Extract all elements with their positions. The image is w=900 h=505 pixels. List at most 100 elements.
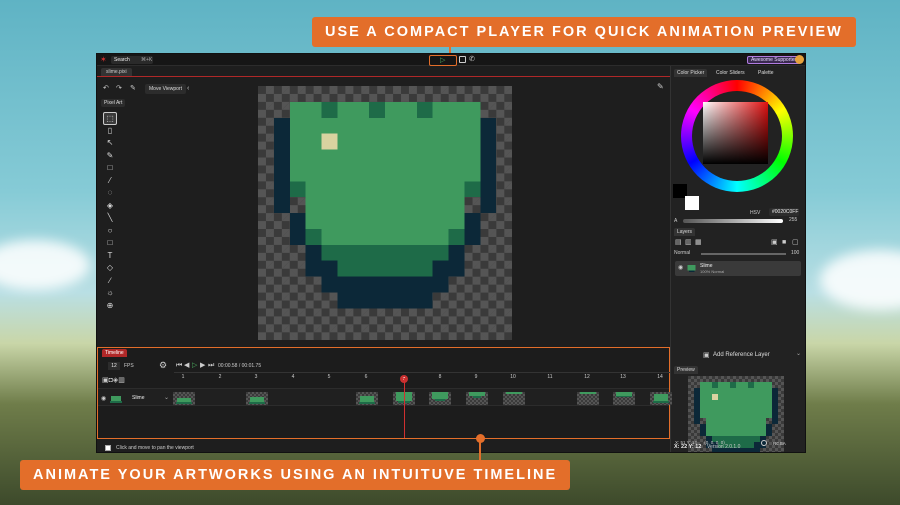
frame-cell-empty[interactable] bbox=[283, 392, 305, 405]
move-viewport-button[interactable]: Move Viewport bbox=[145, 84, 186, 94]
layer-thumbnail bbox=[686, 263, 697, 274]
window-icon[interactable] bbox=[459, 56, 466, 63]
frame-number[interactable]: 10 bbox=[507, 374, 519, 380]
line-icon[interactable]: ╲ bbox=[103, 212, 117, 225]
lock-icon[interactable]: ▣ bbox=[771, 239, 778, 247]
pixel-art-button[interactable]: Pixel Art bbox=[101, 99, 125, 107]
redo-icon[interactable]: ↷ bbox=[116, 84, 122, 94]
add-frame-icon[interactable]: ▣ bbox=[102, 377, 109, 384]
edit-icon[interactable]: ✎ bbox=[130, 84, 136, 94]
step-back-icon[interactable]: ◀ bbox=[184, 361, 189, 370]
frame-number[interactable]: 5 bbox=[323, 374, 335, 380]
pointer-icon[interactable]: ↖ bbox=[103, 137, 117, 150]
frame-cell[interactable] bbox=[503, 392, 525, 405]
undo-icon[interactable]: ↶ bbox=[103, 84, 109, 94]
tab-layers[interactable]: Layers bbox=[674, 228, 695, 236]
frame-cell[interactable] bbox=[466, 392, 488, 405]
frame-number[interactable]: 6 bbox=[360, 374, 372, 380]
play-icon[interactable]: ▷ bbox=[192, 361, 197, 370]
chevron-left-icon[interactable]: ‹ bbox=[187, 84, 189, 94]
skip-start-icon[interactable]: ⏮ bbox=[176, 361, 182, 370]
avatar[interactable] bbox=[795, 55, 804, 64]
lasso-icon[interactable]: ◌ bbox=[103, 187, 117, 200]
frame-cell-empty[interactable] bbox=[540, 392, 562, 405]
tab-palette[interactable]: Palette bbox=[755, 69, 777, 77]
delete-layer-icon[interactable]: ▦ bbox=[695, 239, 702, 247]
alpha-slider[interactable] bbox=[683, 219, 783, 223]
frame-cell[interactable] bbox=[246, 392, 268, 405]
blend-mode-select[interactable]: Normal bbox=[674, 250, 698, 257]
text-icon[interactable]: T bbox=[103, 250, 117, 263]
frame-cell[interactable] bbox=[650, 392, 672, 405]
compact-player[interactable]: ▷ bbox=[429, 55, 457, 66]
alpha-value[interactable]: 255 bbox=[789, 217, 797, 223]
frame-cell[interactable] bbox=[429, 392, 451, 405]
tab-color-sliders[interactable]: Color Sliders bbox=[713, 69, 748, 77]
clipboard-icon[interactable]: ▯ bbox=[103, 125, 117, 138]
frame-number[interactable]: 8 bbox=[434, 374, 446, 380]
frame-cell-empty[interactable] bbox=[209, 392, 231, 405]
tab-color-picker[interactable]: Color Picker bbox=[674, 69, 707, 77]
drawing-canvas[interactable] bbox=[258, 86, 512, 340]
playhead[interactable] bbox=[404, 378, 405, 438]
hex-input[interactable]: #0020C0FF bbox=[769, 208, 799, 216]
chevron-down-icon[interactable]: ⌄ bbox=[164, 394, 169, 401]
frame-number[interactable]: 3 bbox=[250, 374, 262, 380]
logo-icon[interactable]: ✶ bbox=[100, 56, 108, 64]
document-tab[interactable]: slime.pixi bbox=[101, 68, 132, 76]
add-reference-layer-button[interactable]: Add Reference Layer bbox=[713, 352, 770, 358]
rgba-label[interactable]: RGBA bbox=[773, 441, 786, 446]
brush-icon[interactable]: ⁄ bbox=[103, 175, 117, 188]
new-folder-icon[interactable]: ▥ bbox=[685, 239, 692, 247]
frame-number[interactable]: 4 bbox=[287, 374, 299, 380]
frame-cell-empty[interactable] bbox=[319, 392, 341, 405]
color-mode-icon[interactable] bbox=[761, 440, 767, 446]
square-icon[interactable]: □ bbox=[103, 237, 117, 250]
timeline-layer-row[interactable]: ◉ Slime ⌄ bbox=[98, 388, 669, 406]
frame-number[interactable]: 12 bbox=[581, 374, 593, 380]
ellipse-icon[interactable]: ○ bbox=[103, 225, 117, 238]
mask-icon[interactable]: ■ bbox=[782, 239, 786, 247]
tab-preview[interactable]: Preview bbox=[674, 366, 698, 374]
opacity-slider[interactable] bbox=[701, 253, 786, 255]
frame-number[interactable]: 13 bbox=[617, 374, 629, 380]
fps-input[interactable]: 12 bbox=[108, 362, 120, 370]
play-icon[interactable]: ▷ bbox=[440, 57, 445, 65]
pan-hint-checkbox[interactable] bbox=[105, 445, 111, 451]
secondary-color-swatch[interactable] bbox=[685, 196, 699, 210]
skip-end-icon[interactable]: ⏭ bbox=[208, 361, 214, 370]
eyedropper-icon[interactable]: ∕ bbox=[103, 275, 117, 288]
frame-number[interactable]: 9 bbox=[470, 374, 482, 380]
zoom-icon[interactable]: ⊕ bbox=[103, 300, 117, 313]
frame-cell[interactable] bbox=[613, 392, 635, 405]
tab-timeline[interactable]: Timeline bbox=[102, 349, 127, 357]
frame-number[interactable]: 14 bbox=[654, 374, 666, 380]
frame-number[interactable]: 11 bbox=[544, 374, 556, 380]
visibility-icon[interactable]: ◉ bbox=[101, 395, 106, 402]
new-layer-icon[interactable]: ▤ bbox=[675, 239, 682, 247]
rectangle-select-icon[interactable]: □ bbox=[103, 162, 117, 175]
merge-icon[interactable]: ▢ bbox=[792, 239, 799, 247]
visibility-icon[interactable]: ◉ bbox=[678, 264, 683, 271]
trash-icon[interactable]: ▥ bbox=[118, 377, 125, 384]
saturation-value-square[interactable] bbox=[703, 102, 768, 164]
color-mode-select[interactable]: HSV bbox=[750, 210, 760, 216]
fill-icon[interactable]: ◈ bbox=[103, 200, 117, 213]
step-forward-icon[interactable]: ▶ bbox=[200, 361, 205, 370]
layer-item[interactable]: ◉ Slime 100% Normal bbox=[675, 261, 801, 276]
eraser-icon[interactable]: ◇ bbox=[103, 262, 117, 275]
pin-icon[interactable]: ✎ bbox=[657, 82, 664, 91]
frame-cell[interactable] bbox=[356, 392, 378, 405]
select-icon[interactable]: ⬚ bbox=[103, 112, 117, 125]
gear-icon[interactable]: ⚙ bbox=[159, 360, 167, 370]
sun-icon[interactable]: ☼ bbox=[103, 287, 117, 300]
opacity-value[interactable]: 100 bbox=[791, 250, 799, 256]
frame-cell[interactable] bbox=[173, 392, 195, 405]
pencil-icon[interactable]: ✎ bbox=[103, 150, 117, 163]
chevron-down-icon[interactable]: ⌄ bbox=[796, 350, 801, 357]
phone-icon[interactable]: ✆ bbox=[469, 55, 475, 64]
frame-number[interactable]: 1 bbox=[177, 374, 189, 380]
frame-cell[interactable] bbox=[577, 392, 599, 405]
frame-number[interactable]: 2 bbox=[214, 374, 226, 380]
supporter-badge[interactable]: Awesome Supporter bbox=[747, 56, 800, 64]
